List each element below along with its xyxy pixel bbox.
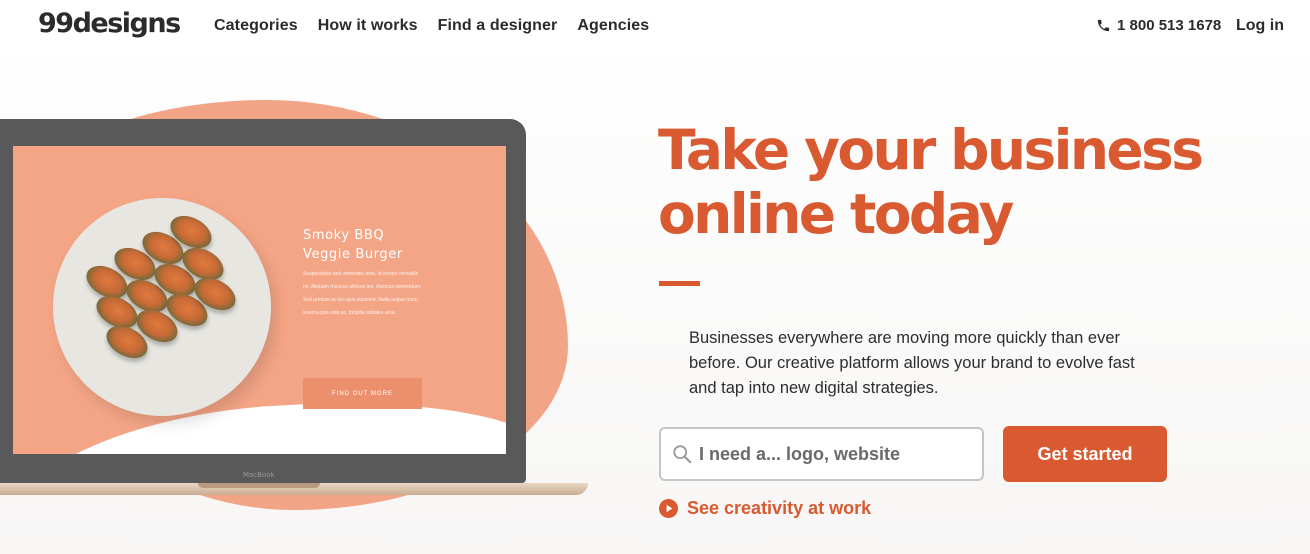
accent-divider: [659, 281, 700, 286]
laptop-illustration: Smoky BBQ Veggie Burger Suspendisse sed …: [0, 119, 526, 483]
food-plate-image: [53, 198, 271, 416]
screen-body-text: Suspendisse sed venenatis ante, id ornar…: [303, 271, 422, 316]
get-started-button[interactable]: Get started: [1003, 426, 1167, 482]
hero-description: Businesses everywhere are moving more qu…: [689, 329, 1135, 397]
laptop-brand-label: MacBook: [243, 471, 275, 479]
play-icon: [659, 499, 678, 518]
phone-number: 1 800 513 1678: [1117, 17, 1222, 34]
search-icon: [673, 445, 692, 464]
headline-line2: online today: [658, 182, 1014, 246]
screen-wave: [13, 386, 506, 454]
login-link[interactable]: Log in: [1236, 17, 1284, 35]
headline-line1: Take your business: [658, 118, 1204, 182]
laptop-notch: [198, 483, 320, 488]
nav-agencies[interactable]: Agencies: [577, 17, 649, 35]
phone-link[interactable]: 1 800 513 1678: [1096, 17, 1221, 34]
see-creativity-link[interactable]: See creativity at work: [659, 498, 871, 519]
hero-headline: Take your business online today: [658, 118, 1218, 246]
laptop-screen: Smoky BBQ Veggie Burger Suspendisse sed …: [13, 146, 506, 454]
top-navbar: 99designs Categories How it works Find a…: [0, 0, 1310, 54]
screen-find-out-button: FIND OUT MORE: [303, 378, 422, 409]
nav-how-it-works[interactable]: How it works: [318, 17, 418, 35]
nav-find-designer[interactable]: Find a designer: [438, 17, 558, 35]
phone-icon: [1097, 19, 1110, 32]
search-input[interactable]: [699, 443, 969, 465]
screen-heading: Smoky BBQ Veggie Burger: [303, 226, 403, 264]
logo[interactable]: 99designs: [38, 8, 181, 39]
creativity-label: See creativity at work: [687, 498, 872, 518]
nav-categories[interactable]: Categories: [214, 17, 298, 35]
main-nav: Categories How it works Find a designer …: [214, 17, 649, 35]
screen-title-line2: Veggie Burger: [303, 247, 403, 262]
screen-title-line1: Smoky BBQ: [303, 228, 385, 243]
search-field[interactable]: [659, 427, 984, 481]
